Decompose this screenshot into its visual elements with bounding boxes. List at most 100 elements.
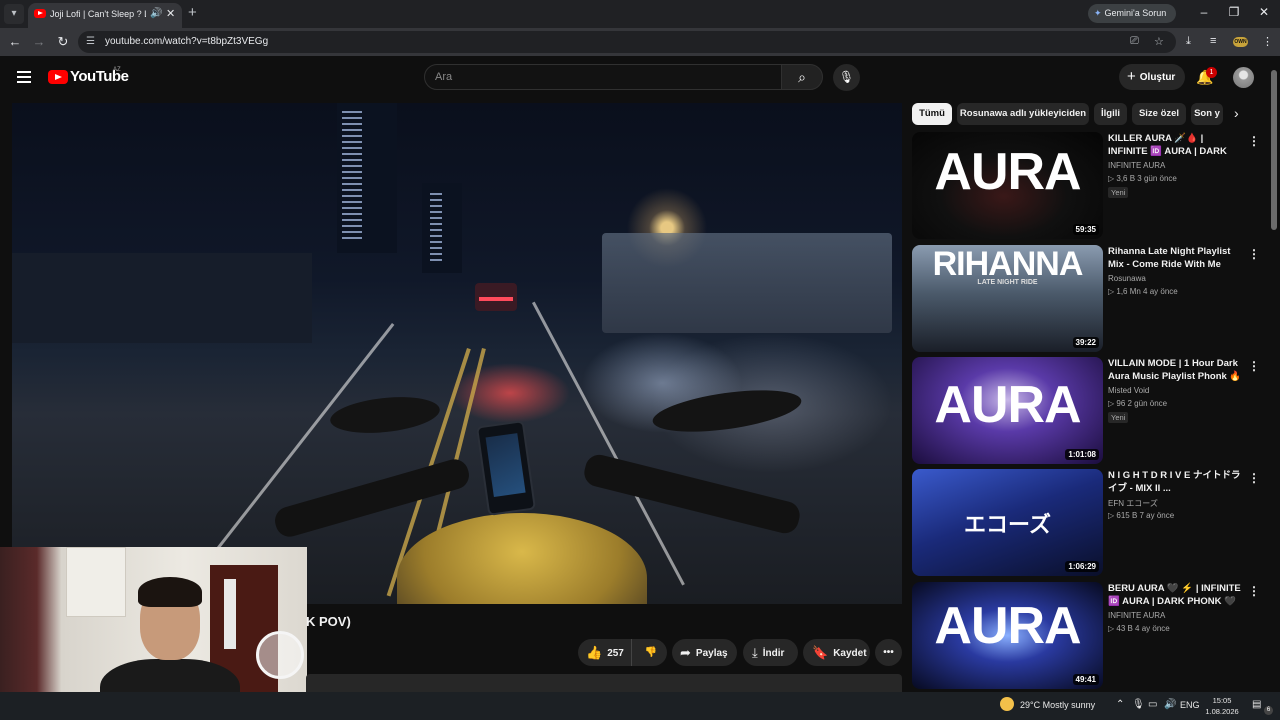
- scrollbar-thumb[interactable]: [1271, 70, 1277, 230]
- extension-icon[interactable]: OWN: [1233, 37, 1248, 47]
- recommendation-item[interactable]: RIHANNA LATE NIGHT RIDE 39:22 Rihanna La…: [912, 245, 1262, 352]
- forward-button[interactable]: →: [31, 34, 47, 50]
- recommendation-item[interactable]: AURA 49:41 BERU AURA 🖤 ⚡ | INFINITE 🆔 AU…: [912, 582, 1262, 689]
- chip-related[interactable]: İlgili: [1094, 103, 1127, 125]
- country-code: AZ: [113, 67, 121, 73]
- menu-icon[interactable]: [17, 71, 31, 83]
- chip-uploader[interactable]: Rosunawa adlı yükleyiciden: [957, 103, 1089, 125]
- new-tab-button[interactable]: +: [188, 5, 197, 21]
- fan: [256, 631, 304, 679]
- share-button[interactable]: ➦ Paylaş: [672, 639, 737, 666]
- gemini-label: Gemini'a Sorun: [1104, 8, 1167, 18]
- rec-meta: ▷ 43 B 4 ay önce: [1108, 624, 1170, 633]
- rec-title[interactable]: BERU AURA 🖤 ⚡ | INFINITE 🆔 AURA | DARK P…: [1108, 582, 1244, 608]
- microphone-icon: 🎙: [838, 70, 855, 84]
- clock[interactable]: 15:05 1.08.2026: [1196, 695, 1248, 717]
- rec-title[interactable]: KILLER AURA 🗡️🩸 | INFINITE 🆔 AURA | DARK…: [1108, 132, 1244, 158]
- rec-title[interactable]: VILLAIN MODE | 1 Hour Dark Aura Music Pl…: [1108, 357, 1244, 383]
- restore-button[interactable]: ❐: [1224, 5, 1244, 19]
- browser-tab-active[interactable]: Joji Lofi | Can't Sleep ? Late 🔊 ✕: [28, 3, 182, 28]
- video-thumbnail[interactable]: AURA 49:41: [912, 582, 1103, 689]
- new-badge: Yeni: [1108, 412, 1129, 423]
- cast-icon[interactable]: ⎚: [1130, 35, 1139, 48]
- notification-count: 6: [1264, 706, 1273, 715]
- bookmark-star-icon[interactable]: ☆: [1154, 35, 1164, 48]
- video-thumbnail[interactable]: RIHANNA LATE NIGHT RIDE 39:22: [912, 245, 1103, 352]
- clock-date: 1.08.2026: [1205, 707, 1239, 716]
- building-lights: [342, 111, 362, 241]
- thumbs-down-icon: 👎: [644, 647, 658, 658]
- network-icon[interactable]: ▭: [1148, 699, 1157, 710]
- weather-text[interactable]: 29°C Mostly sunny: [1020, 700, 1095, 710]
- video-thumbnail[interactable]: AURA 59:35: [912, 132, 1103, 239]
- dislike-button[interactable]: 👎: [635, 639, 667, 666]
- tab-search-button[interactable]: ▾: [4, 4, 24, 24]
- like-button[interactable]: 👍 257: [578, 639, 632, 666]
- duration-badge: 49:41: [1072, 674, 1099, 685]
- site-info-icon[interactable]: ☰: [86, 36, 95, 47]
- voice-search-button[interactable]: 🎙: [833, 64, 860, 91]
- recommendation-item[interactable]: エコーズ 1:06:29 N I G H T D R I V E ナイトドライブ…: [912, 469, 1262, 576]
- thumbnail-subtext: LATE NIGHT RIDE: [977, 279, 1038, 286]
- rec-channel[interactable]: Misted Void: [1108, 386, 1149, 395]
- rec-title[interactable]: N I G H T D R I V E ナイトドライブ - MIX II ...: [1108, 469, 1244, 495]
- more-vert-icon[interactable]: ⋮: [1248, 584, 1260, 598]
- chip-all[interactable]: Tümü: [912, 103, 952, 125]
- save-button[interactable]: 🔖 Kaydet: [803, 639, 870, 666]
- rec-channel[interactable]: EFN エコーズ: [1108, 498, 1158, 509]
- chip-for-you[interactable]: Size özel: [1132, 103, 1186, 125]
- like-count: 257: [607, 648, 624, 659]
- tab-close-icon[interactable]: ✕: [166, 7, 175, 20]
- microphone-icon[interactable]: 🎙: [1132, 699, 1145, 710]
- rec-channel[interactable]: INFINITE AURA: [1108, 611, 1165, 620]
- create-button[interactable]: + Oluştur: [1119, 64, 1185, 90]
- more-vert-icon[interactable]: ⋮: [1248, 247, 1260, 261]
- search-input[interactable]: Ara: [424, 64, 782, 90]
- back-button[interactable]: ←: [7, 34, 23, 50]
- chevron-right-icon[interactable]: ›: [1234, 105, 1239, 121]
- more-vert-icon[interactable]: ⋮: [1248, 134, 1260, 148]
- download-button[interactable]: ⤓ İndir: [743, 639, 798, 666]
- duration-badge: 39:22: [1072, 337, 1099, 348]
- recommendation-item[interactable]: AURA 1:01:08 VILLAIN MODE | 1 Hour Dark …: [912, 357, 1262, 464]
- video-thumbnail[interactable]: AURA 1:01:08: [912, 357, 1103, 464]
- rec-channel[interactable]: Rosunawa: [1108, 274, 1146, 283]
- more-horizontal-icon: •••: [883, 647, 894, 658]
- plus-icon: +: [1127, 68, 1136, 85]
- chrome-menu-icon[interactable]: ⋮: [1262, 35, 1273, 48]
- video-player[interactable]: [12, 103, 902, 604]
- chip-recent[interactable]: Son y: [1191, 103, 1223, 125]
- more-actions-button[interactable]: •••: [875, 639, 902, 666]
- chevron-up-icon[interactable]: ⌃: [1116, 699, 1124, 710]
- minimize-button[interactable]: –: [1194, 5, 1214, 19]
- more-vert-icon[interactable]: ⋮: [1248, 359, 1260, 373]
- search-placeholder: Ara: [435, 71, 453, 83]
- description-box[interactable]: [306, 674, 902, 692]
- recommendation-item[interactable]: AURA 59:35 KILLER AURA 🗡️🩸 | INFINITE 🆔 …: [912, 132, 1262, 239]
- sun-icon[interactable]: [1000, 697, 1014, 711]
- left-mirror: [328, 392, 442, 438]
- video-thumbnail[interactable]: エコーズ 1:06:29: [912, 469, 1103, 576]
- youtube-masthead: YouTube AZ Ara ⌕ 🎙 + Oluştur 🔔 1: [0, 56, 1280, 100]
- more-vert-icon[interactable]: ⋮: [1248, 471, 1260, 485]
- download-icon[interactable]: ⤓: [1186, 35, 1191, 48]
- volume-icon[interactable]: 🔊: [1164, 699, 1176, 710]
- page-scrollbar[interactable]: [1270, 70, 1278, 688]
- rec-channel[interactable]: INFINITE AURA: [1108, 161, 1165, 170]
- youtube-logo-icon[interactable]: [48, 70, 68, 84]
- motorcycle-tank: [397, 513, 647, 604]
- rec-title[interactable]: Rihanna Late Night Playlist Mix - Come R…: [1108, 245, 1244, 271]
- speaker-icon[interactable]: 🔊: [150, 8, 162, 19]
- notifications-icon[interactable]: ▤: [1252, 699, 1261, 710]
- address-bar[interactable]: ☰ youtube.com/watch?v=t8bpZt3VEGg ⎚ ☆: [78, 31, 1176, 53]
- avatar[interactable]: [1233, 67, 1254, 88]
- media-control-icon[interactable]: ≡: [1210, 35, 1216, 47]
- share-icon: ➦: [680, 645, 691, 660]
- bookmark-icon: 🔖: [812, 645, 829, 660]
- thumbnail-text: AURA: [934, 143, 1081, 201]
- gemini-button[interactable]: ✦ Gemini'a Sorun: [1088, 4, 1176, 23]
- search-button[interactable]: ⌕: [781, 64, 823, 90]
- person-hair: [138, 577, 202, 607]
- reload-button[interactable]: ↻: [55, 34, 71, 50]
- close-window-button[interactable]: ✕: [1254, 5, 1274, 19]
